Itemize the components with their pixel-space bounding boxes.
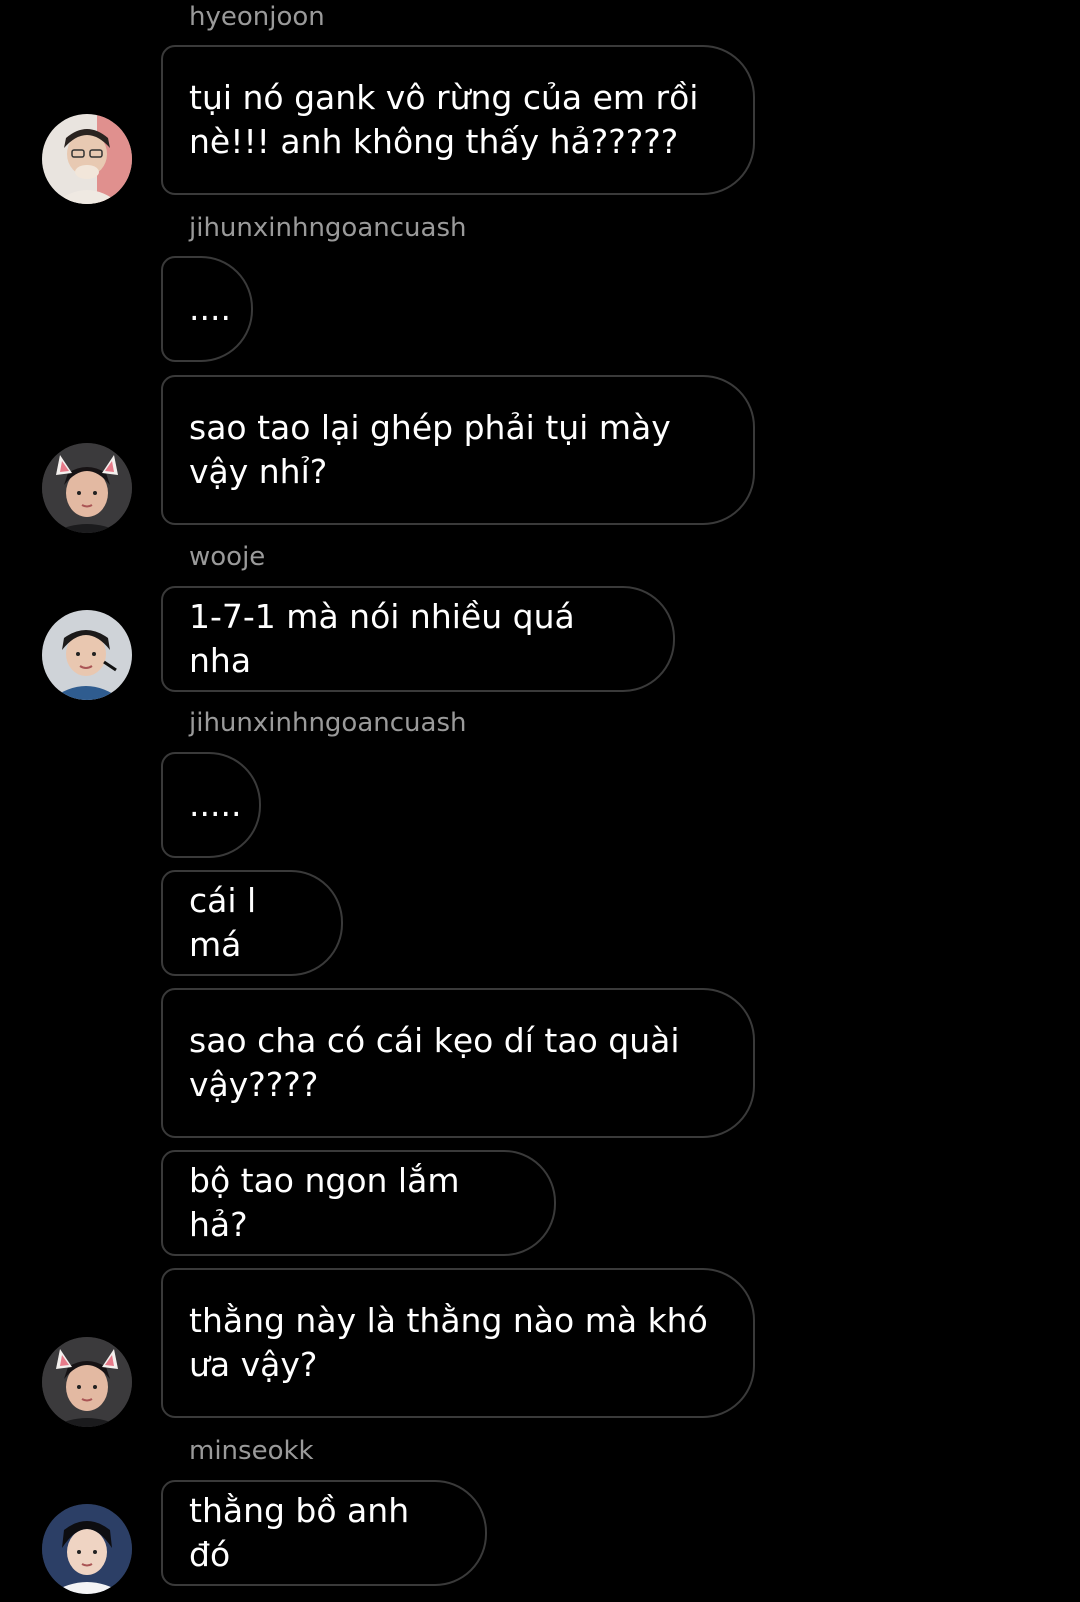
chat-thread: hyeonjoon tụi nó gank vô rừng của em rồi…	[0, 0, 1080, 1602]
message-bubble[interactable]: tụi nó gank vô rừng của em rồi nè!!! anh…	[161, 45, 755, 195]
sender-name: hyeonjoon	[189, 2, 325, 32]
avatar-photo-icon	[42, 1337, 132, 1427]
sender-name: jihunxinhngoancuash	[189, 708, 467, 738]
user-avatar[interactable]	[42, 443, 132, 533]
message-bubble[interactable]: thằng này là thằng nào mà khó ưa vậy?	[161, 1268, 755, 1418]
message-bubble[interactable]: thằng bồ anh đó	[161, 1480, 487, 1586]
message-bubble[interactable]: sao tao lại ghép phải tụi mày vậy nhỉ?	[161, 375, 755, 525]
avatar-photo-icon	[42, 443, 132, 533]
user-avatar[interactable]	[42, 1337, 132, 1427]
message-bubble[interactable]: bộ tao ngon lắm hả?	[161, 1150, 556, 1256]
avatar-photo-icon	[42, 610, 132, 700]
message-bubble[interactable]: ....	[161, 256, 253, 362]
message-bubble[interactable]: sao cha có cái kẹo dí tao quài vậy????	[161, 988, 755, 1138]
sender-name: minseokk	[189, 1436, 314, 1466]
user-avatar[interactable]	[42, 114, 132, 204]
message-bubble[interactable]: .....	[161, 752, 261, 858]
user-avatar[interactable]	[42, 1504, 132, 1594]
message-bubble[interactable]: cái l má	[161, 870, 343, 976]
sender-name: jihunxinhngoancuash	[189, 213, 467, 243]
user-avatar[interactable]	[42, 610, 132, 700]
sender-name: wooje	[189, 542, 266, 572]
message-bubble[interactable]: 1-7-1 mà nói nhiều quá nha	[161, 586, 675, 692]
avatar-photo-icon	[42, 1504, 132, 1594]
avatar-photo-icon	[42, 114, 132, 204]
